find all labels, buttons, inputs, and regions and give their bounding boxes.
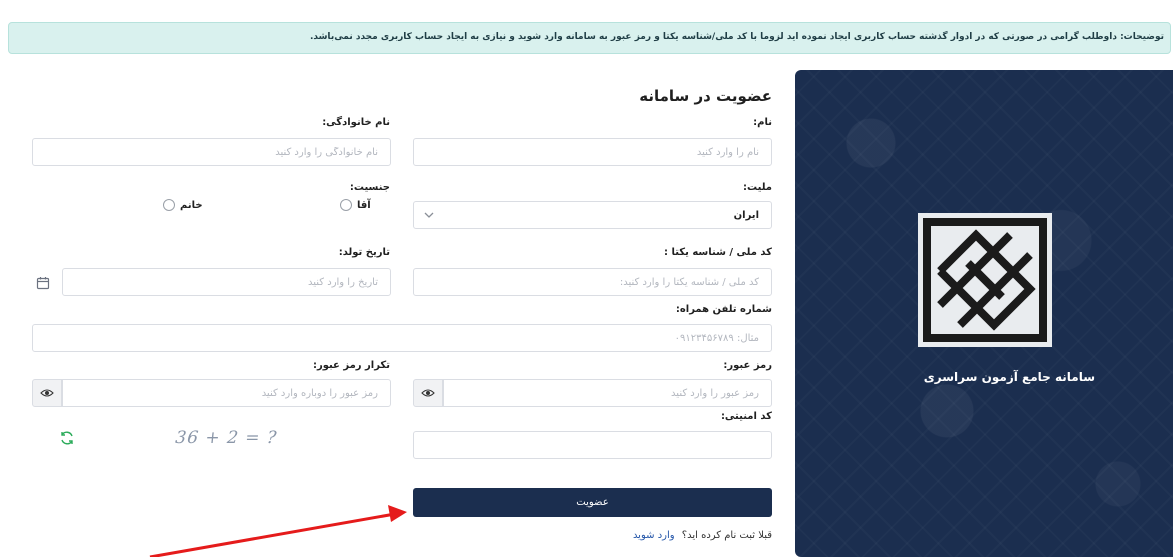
register-button[interactable]: عضویت [413, 488, 772, 517]
last-name-label: نام خانوادگی: [322, 117, 390, 128]
first-name-label: نام: [753, 117, 772, 128]
notice-banner: توضیحات: داوطلب گرامی در صورتی که در ادو… [8, 22, 1171, 54]
radio-male[interactable] [340, 199, 352, 211]
national-id-label: کد ملی / شناسه یکتا : [663, 247, 772, 258]
calendar-icon[interactable] [36, 276, 50, 290]
password-repeat-input[interactable] [62, 379, 391, 407]
chevron-down-icon [424, 212, 434, 218]
gender-label: جنسیت: [349, 182, 390, 193]
captcha-label: کد امنیتی: [720, 411, 772, 422]
phone-label: شماره تلفن همراه: [675, 304, 772, 315]
gender-option-female[interactable]: خانم [163, 199, 203, 211]
birth-date-label: تاریخ تولد: [338, 247, 390, 258]
captcha-input[interactable] [413, 431, 772, 459]
brand-panel: سامانه جامع آزمون سراسری [795, 70, 1173, 557]
form-title: عضویت در سامانه [639, 87, 772, 105]
radio-female[interactable] [163, 199, 175, 211]
nationality-label: ملیت: [743, 182, 772, 193]
login-prompt: قبلا ثبت نام کرده اید؟ وارد شوید [560, 530, 772, 541]
gender-option-female-label: خانم [180, 199, 203, 211]
captcha-image: 36 + 2 = ? [174, 428, 279, 448]
password-repeat-label: تکرار رمز عبور: [312, 360, 390, 371]
password-repeat-visibility-toggle[interactable] [32, 379, 62, 407]
gender-option-male-label: آقا [357, 199, 371, 211]
password-label: رمز عبور: [723, 360, 772, 371]
nationality-select[interactable]: ایران [413, 201, 772, 229]
gender-option-male[interactable]: آقا [340, 199, 371, 211]
eye-icon [40, 389, 54, 397]
logo-icon [918, 213, 1052, 347]
password-input[interactable] [443, 379, 772, 407]
login-link[interactable]: وارد شوید [633, 530, 675, 541]
first-name-input[interactable] [413, 138, 772, 166]
password-visibility-toggle[interactable] [413, 379, 443, 407]
refresh-icon[interactable] [59, 430, 75, 446]
national-id-input[interactable] [413, 268, 772, 296]
organization-logo [918, 213, 1052, 347]
notice-text: توضیحات: داوطلب گرامی در صورتی که در ادو… [309, 32, 1164, 42]
birth-date-input[interactable] [62, 268, 391, 296]
last-name-input[interactable] [32, 138, 391, 166]
phone-input[interactable] [32, 324, 772, 352]
login-prompt-text: قبلا ثبت نام کرده اید؟ [681, 530, 772, 541]
nationality-value: ایران [733, 210, 759, 221]
eye-icon [421, 389, 435, 397]
brand-title: سامانه جامع آزمون سراسری [923, 370, 1095, 384]
